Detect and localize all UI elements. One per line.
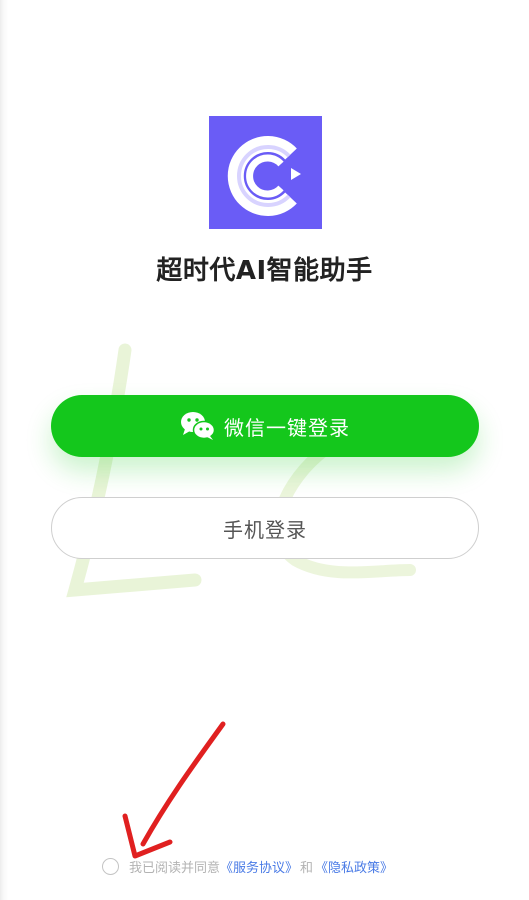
phone-login-button[interactable]: 手机登录 (51, 497, 479, 559)
phone-login-label: 手机登录 (223, 517, 307, 542)
agreement-text: 我已阅读并同意 (129, 860, 221, 876)
annotation-arrow (122, 721, 226, 859)
agreement-row: 我已阅读并同意 《服务协议》 和 《隐私政策》 (102, 854, 393, 878)
wechat-login-button[interactable]: 微信一键登录 (51, 395, 479, 457)
app-logo (209, 116, 322, 229)
wechat-icon (180, 411, 216, 441)
logo-c-mark (227, 136, 301, 216)
app-title: 超时代AI智能助手 (156, 256, 373, 286)
agreement-radio[interactable] (102, 857, 119, 875)
service-agreement-link[interactable]: 《服务协议》 (220, 857, 298, 876)
agreement-and-text: 和 (300, 860, 314, 876)
watermark-scribble (66, 343, 416, 598)
privacy-policy-link[interactable]: 《隐私政策》 (315, 857, 393, 876)
wechat-login-label: 微信一键登录 (224, 415, 350, 440)
login-screen: 超时代AI智能助手 微信一键登录 手机登录 我已阅读并同意 《服务协议》 和 《… (0, 0, 529, 900)
